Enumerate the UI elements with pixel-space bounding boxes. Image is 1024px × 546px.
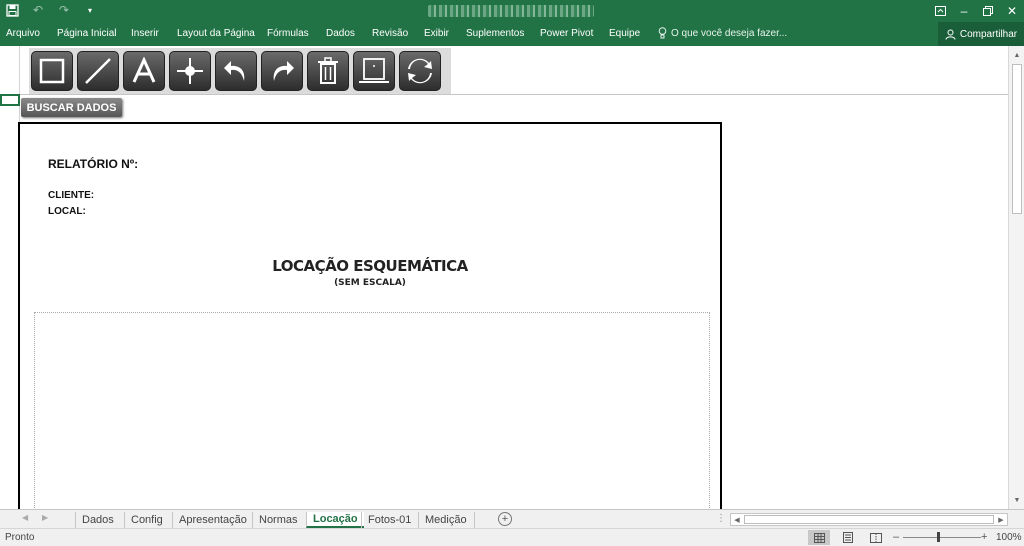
scroll-left-icon[interactable]: ◀	[731, 514, 743, 525]
tab-formulas[interactable]: Fórmulas	[267, 28, 309, 39]
person-icon	[945, 29, 956, 40]
worksheet[interactable]: BUSCAR DADOS RELATÓRIO Nº: CLIENTE: LOCA…	[0, 46, 1008, 509]
tab-layout-da-pagina[interactable]: Layout da Página	[177, 28, 255, 39]
active-cell[interactable]	[0, 94, 20, 106]
redo-arrow-icon	[273, 61, 294, 81]
split-handle-icon[interactable]: ⋮	[716, 513, 726, 524]
title-bar: ↶ ↷ ▾ – ✕	[0, 0, 1024, 22]
drawing-area[interactable]	[34, 312, 710, 509]
undo-arrow-icon	[224, 61, 245, 81]
refresh-tool-button[interactable]	[399, 51, 441, 91]
scroll-up-icon[interactable]: ▲	[1009, 48, 1024, 62]
sheet-tab-dados[interactable]: Dados	[75, 512, 120, 528]
close-icon[interactable]: ✕	[1000, 0, 1024, 22]
buscar-dados-button[interactable]: BUSCAR DADOS	[21, 98, 122, 117]
report-number-label: RELATÓRIO Nº:	[48, 157, 139, 171]
schematic-subtitle: (SEM ESCALA)	[334, 278, 406, 288]
report-page: RELATÓRIO Nº: CLIENTE: LOCAL: LOCAÇÃO ES…	[18, 122, 722, 509]
sheet-tab-config[interactable]: Config	[124, 512, 169, 528]
zoom-out-icon[interactable]: –	[893, 531, 899, 543]
schematic-title: LOCAÇÃO ESQUEMÁTICA	[272, 257, 468, 275]
undo-tool-button[interactable]	[215, 51, 257, 91]
share-label: Compartilhar	[959, 28, 1018, 40]
tell-me-box[interactable]: O que você deseja fazer...	[658, 27, 787, 39]
quick-access-toolbar: ↶ ↷ ▾	[4, 2, 98, 18]
zoom-slider[interactable]	[903, 537, 981, 538]
vertical-scroll-thumb[interactable]	[1012, 64, 1022, 214]
client-label: CLIENTE:	[48, 190, 95, 201]
prev-sheet-icon[interactable]: ◀	[22, 513, 28, 522]
save-icon[interactable]	[4, 2, 20, 18]
redo-icon[interactable]: ↷	[56, 2, 72, 18]
page-break-view-icon[interactable]	[865, 530, 887, 545]
line-icon	[85, 58, 111, 84]
ribbon-display-options-icon[interactable]	[928, 0, 952, 22]
tell-me-text: O que você deseja fazer...	[671, 27, 788, 39]
minimize-icon[interactable]: –	[952, 0, 976, 22]
zoom-level[interactable]: 100%	[996, 532, 1022, 543]
sheet-tab-locacao[interactable]: Locação	[306, 512, 364, 528]
sheet-tab-normas[interactable]: Normas	[252, 512, 304, 528]
tab-pagina-inicial[interactable]: Página Inicial	[57, 28, 116, 39]
text-tool-button[interactable]	[123, 51, 165, 91]
window-title-redacted	[428, 5, 594, 17]
scroll-right-icon[interactable]: ▶	[995, 514, 1007, 525]
refresh-icon	[408, 58, 432, 84]
tab-exibir[interactable]: Exibir	[424, 28, 449, 39]
scroll-down-icon[interactable]: ▼	[1009, 493, 1024, 507]
horizontal-scrollbar[interactable]: ◀ ▶	[730, 513, 1008, 526]
line-tool-button[interactable]	[77, 51, 119, 91]
rectangle-icon	[39, 58, 65, 84]
status-text: Pronto	[5, 532, 35, 543]
page-layout-view-icon[interactable]	[837, 530, 859, 545]
tab-power-pivot[interactable]: Power Pivot	[540, 28, 593, 39]
tab-suplementos[interactable]: Suplementos	[466, 28, 524, 39]
sheet-tab-medicao[interactable]: Medição	[418, 512, 473, 528]
crosshair-icon	[177, 58, 203, 84]
normal-view-icon[interactable]	[808, 530, 830, 545]
location-label: LOCAL:	[48, 206, 86, 217]
tab-inserir[interactable]: Inserir	[131, 28, 159, 39]
page-frame-icon	[359, 58, 389, 83]
delete-tool-button[interactable]	[307, 51, 349, 91]
point-tool-button[interactable]	[169, 51, 211, 91]
customize-qat-icon[interactable]: ▾	[82, 2, 98, 18]
restore-icon[interactable]	[976, 0, 1000, 22]
zoom-slider-thumb[interactable]	[937, 532, 940, 542]
tab-dados[interactable]: Dados	[326, 28, 355, 39]
page-tool-button[interactable]	[353, 51, 395, 91]
tab-equipe[interactable]: Equipe	[609, 28, 640, 39]
next-sheet-icon[interactable]: ▶	[42, 513, 48, 522]
vertical-scrollbar[interactable]: ▲ ▼	[1008, 46, 1024, 509]
status-bar: Pronto – + 100%	[0, 528, 1024, 546]
tab-separator	[474, 512, 475, 528]
undo-icon[interactable]: ↶	[30, 2, 46, 18]
drawing-toolbar	[29, 48, 451, 94]
zoom-in-icon[interactable]: +	[981, 531, 987, 543]
text-icon	[132, 57, 156, 83]
row-gridline	[0, 94, 1008, 95]
sheet-tab-strip: ◀ ▶ Dados Config Apresentação Normas Loc…	[0, 509, 1024, 528]
redo-tool-button[interactable]	[261, 51, 303, 91]
trash-icon	[318, 57, 338, 84]
horizontal-scroll-thumb[interactable]	[744, 515, 994, 524]
sheet-tab-apresentacao[interactable]: Apresentação	[172, 512, 253, 528]
tab-revisao[interactable]: Revisão	[372, 28, 408, 39]
sheet-tab-fotos-01[interactable]: Fotos-01	[361, 512, 417, 528]
add-sheet-icon[interactable]: +	[498, 512, 512, 526]
rectangle-tool-button[interactable]	[31, 51, 73, 91]
lightbulb-icon	[658, 27, 667, 39]
tab-arquivo[interactable]: Arquivo	[6, 28, 40, 39]
share-button[interactable]: Compartilhar	[938, 22, 1024, 46]
ribbon-tabs: Arquivo Página Inicial Inserir Layout da…	[0, 22, 1024, 46]
